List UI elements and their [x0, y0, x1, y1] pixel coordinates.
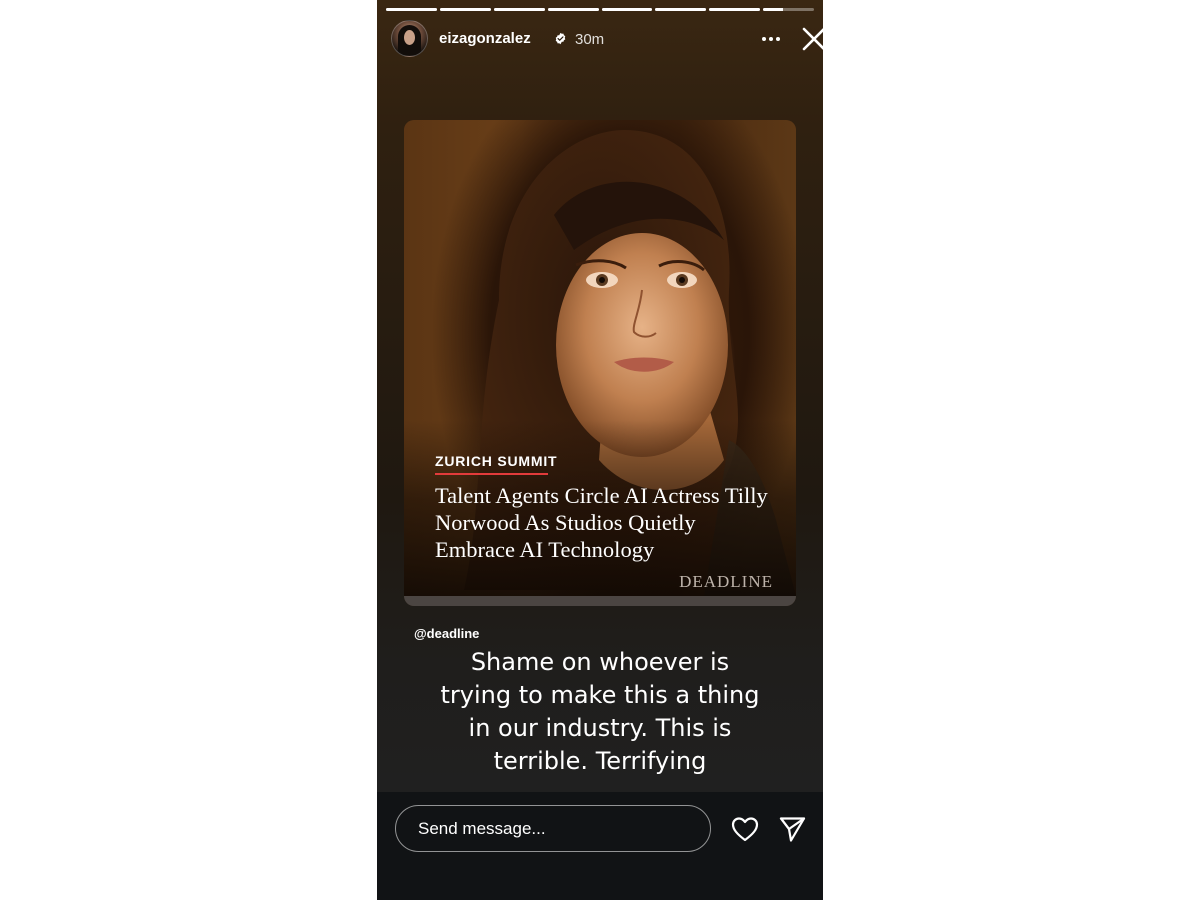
post-time: 30m: [575, 31, 605, 48]
avatar[interactable]: [391, 20, 428, 57]
progress-segment: [493, 8, 545, 11]
shared-post-card[interactable]: ZURICH SUMMIT Talent Agents Circle AI Ac…: [404, 120, 796, 606]
progress-segment: [655, 8, 707, 11]
more-options-button[interactable]: [756, 24, 786, 54]
story-caption: Shame on whoever is trying to make this …: [440, 648, 760, 775]
more-dots-icon: [762, 37, 780, 41]
progress-segment: [709, 8, 761, 11]
progress-segment: [386, 8, 437, 11]
verified-badge-icon: [555, 32, 566, 45]
heart-icon[interactable]: [731, 816, 759, 842]
post-kicker: ZURICH SUMMIT: [435, 453, 558, 469]
send-icon[interactable]: [778, 816, 806, 842]
kicker-underline: [435, 473, 548, 475]
progress-segment: [763, 8, 814, 11]
progress-segment: [439, 8, 491, 11]
card-footer: [404, 596, 796, 606]
story-viewer: eizagonzalez 30m ZURICH SUMMIT Talent Ag…: [377, 0, 823, 900]
post-mention[interactable]: @deadline: [414, 626, 479, 641]
close-icon[interactable]: [799, 24, 823, 54]
send-message-input[interactable]: [395, 805, 711, 852]
avatar-face: [404, 30, 415, 45]
publisher-logo: DEADLINE: [679, 572, 773, 591]
story-header: eizagonzalez 30m: [391, 20, 823, 58]
progress-segment: [601, 8, 653, 11]
reply-bar: [377, 792, 823, 900]
username[interactable]: eizagonzalez: [439, 30, 531, 47]
progress-segment: [547, 8, 599, 11]
post-headline: Talent Agents Circle AI Actress Tilly No…: [435, 483, 768, 562]
story-progress-bar: [386, 8, 814, 11]
